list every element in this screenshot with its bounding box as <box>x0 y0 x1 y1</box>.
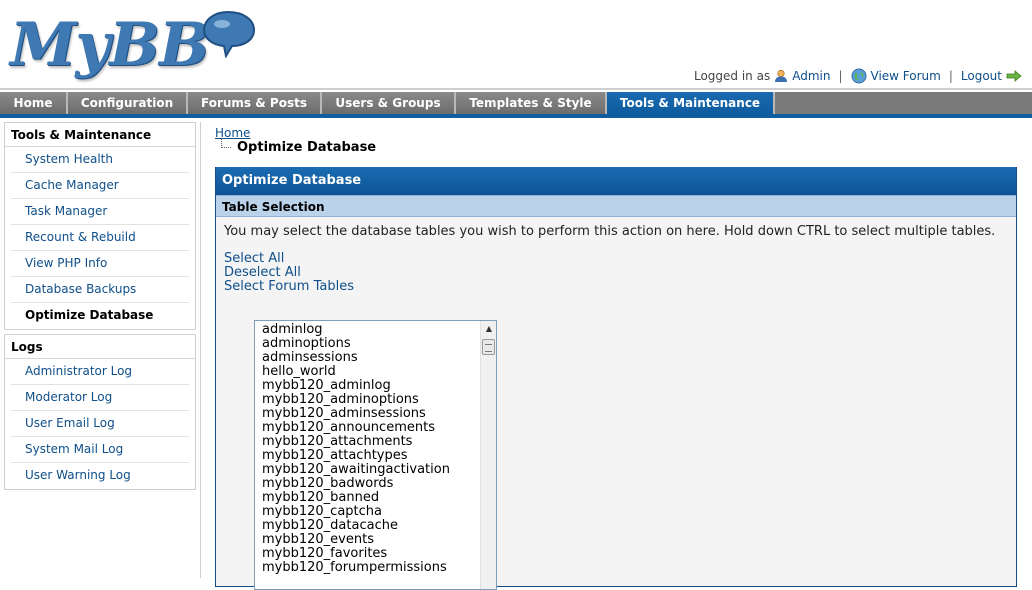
list-scrollbar[interactable]: ▲ <box>480 321 496 589</box>
tab-tools-maintenance[interactable]: Tools & Maintenance <box>607 92 775 114</box>
sidebar-divider <box>200 122 201 578</box>
breadcrumb-tree-line <box>221 139 231 148</box>
table-option[interactable]: adminsessions <box>262 351 480 365</box>
sidebar-item-moderator-log[interactable]: Moderator Log <box>11 385 189 411</box>
sidebar-item-optimize-database[interactable]: Optimize Database <box>11 303 189 329</box>
globe-icon <box>851 68 867 84</box>
sidebar-item-system-mail-log[interactable]: System Mail Log <box>11 437 189 463</box>
mybb-logo[interactable]: MyBB <box>10 8 256 80</box>
panel-subtitle: Table Selection <box>216 195 1016 217</box>
sidebar-item-administrator-log[interactable]: Administrator Log <box>11 359 189 385</box>
tab-forums-posts[interactable]: Forums & Posts <box>188 92 322 114</box>
sidebar-item-user-email-log[interactable]: User Email Log <box>11 411 189 437</box>
main-nav: Home Configuration Forums & Posts Users … <box>0 92 1032 118</box>
table-option[interactable]: mybb120_events <box>262 533 480 547</box>
speech-bubble-icon <box>202 10 256 58</box>
separator: | <box>838 69 843 83</box>
sidebar-section-title: Tools & Maintenance <box>5 123 195 147</box>
table-option[interactable]: mybb120_badwords <box>262 477 480 491</box>
table-option[interactable]: mybb120_adminsessions <box>262 407 480 421</box>
sidebar-item-cache-manager[interactable]: Cache Manager <box>11 173 189 199</box>
arrow-right-icon <box>1006 70 1022 82</box>
optimize-database-panel: Optimize Database Table Selection You ma… <box>215 167 1017 590</box>
admin-link[interactable]: Admin <box>792 69 830 83</box>
table-option[interactable]: hello_world <box>262 365 480 379</box>
user-icon <box>775 69 788 82</box>
sidebar-section-logs: Logs Administrator Log Moderator Log Use… <box>4 334 196 490</box>
logged-in-label: Logged in as <box>693 69 771 83</box>
table-list-items: adminlog adminoptions adminsessions hell… <box>255 321 480 575</box>
table-select-list[interactable]: adminlog adminoptions adminsessions hell… <box>254 320 497 590</box>
user-links: Logged in as Admin | View Forum | Logout <box>694 68 1022 84</box>
sidebar-item-recount-rebuild[interactable]: Recount & Rebuild <box>11 225 189 251</box>
table-option[interactable]: mybb120_favorites <box>262 547 480 561</box>
breadcrumb-current: Optimize Database <box>237 140 377 155</box>
logout-link[interactable]: Logout <box>961 69 1002 83</box>
sidebar-item-system-health[interactable]: System Health <box>11 147 189 173</box>
breadcrumb: Home Optimize Database <box>215 126 1017 155</box>
table-option[interactable]: mybb120_adminlog <box>262 379 480 393</box>
select-all-link[interactable]: Select All <box>224 252 1008 266</box>
sidebar-section-title: Logs <box>5 335 195 359</box>
tab-home[interactable]: Home <box>0 92 68 114</box>
scrollbar-thumb[interactable] <box>482 339 495 355</box>
tab-users-groups[interactable]: Users & Groups <box>322 92 456 114</box>
selection-links: Select All Deselect All Select Forum Tab… <box>224 252 1008 294</box>
panel-description: You may select the database tables you w… <box>224 224 996 239</box>
table-option[interactable]: adminoptions <box>262 337 480 351</box>
panel-body: You may select the database tables you w… <box>216 217 1016 301</box>
select-forum-tables-link[interactable]: Select Forum Tables <box>224 280 1008 294</box>
separator: | <box>948 69 953 83</box>
view-forum-link[interactable]: View Forum <box>871 69 941 83</box>
table-option[interactable]: mybb120_attachtypes <box>262 449 480 463</box>
panel-title: Optimize Database <box>216 167 1016 195</box>
deselect-all-link[interactable]: Deselect All <box>224 266 1008 280</box>
sidebar: Tools & Maintenance System Health Cache … <box>4 122 196 494</box>
sidebar-item-database-backups[interactable]: Database Backups <box>11 277 189 303</box>
table-option[interactable]: adminlog <box>262 323 480 337</box>
header-divider <box>0 88 1032 90</box>
table-option[interactable]: mybb120_banned <box>262 491 480 505</box>
table-option[interactable]: mybb120_adminoptions <box>262 393 480 407</box>
table-option[interactable]: mybb120_awaitingactivation <box>262 463 480 477</box>
tab-templates-style[interactable]: Templates & Style <box>456 92 607 114</box>
main-content: Home Optimize Database Optimize Database… <box>215 126 1017 590</box>
header: MyBB Logged in as Admin | View Forum | L… <box>0 0 1032 90</box>
sidebar-item-task-manager[interactable]: Task Manager <box>11 199 189 225</box>
table-option[interactable]: mybb120_announcements <box>262 421 480 435</box>
sidebar-section-tools: Tools & Maintenance System Health Cache … <box>4 122 196 330</box>
table-option[interactable]: mybb120_attachments <box>262 435 480 449</box>
sidebar-item-view-php-info[interactable]: View PHP Info <box>11 251 189 277</box>
sidebar-item-user-warning-log[interactable]: User Warning Log <box>11 463 189 489</box>
table-option[interactable]: mybb120_captcha <box>262 505 480 519</box>
table-option[interactable]: mybb120_datacache <box>262 519 480 533</box>
table-option[interactable]: mybb120_forumpermissions <box>262 561 480 575</box>
tab-configuration[interactable]: Configuration <box>68 92 188 114</box>
logo-text: MyBB <box>10 10 210 80</box>
scroll-up-arrow-icon[interactable]: ▲ <box>481 321 496 337</box>
